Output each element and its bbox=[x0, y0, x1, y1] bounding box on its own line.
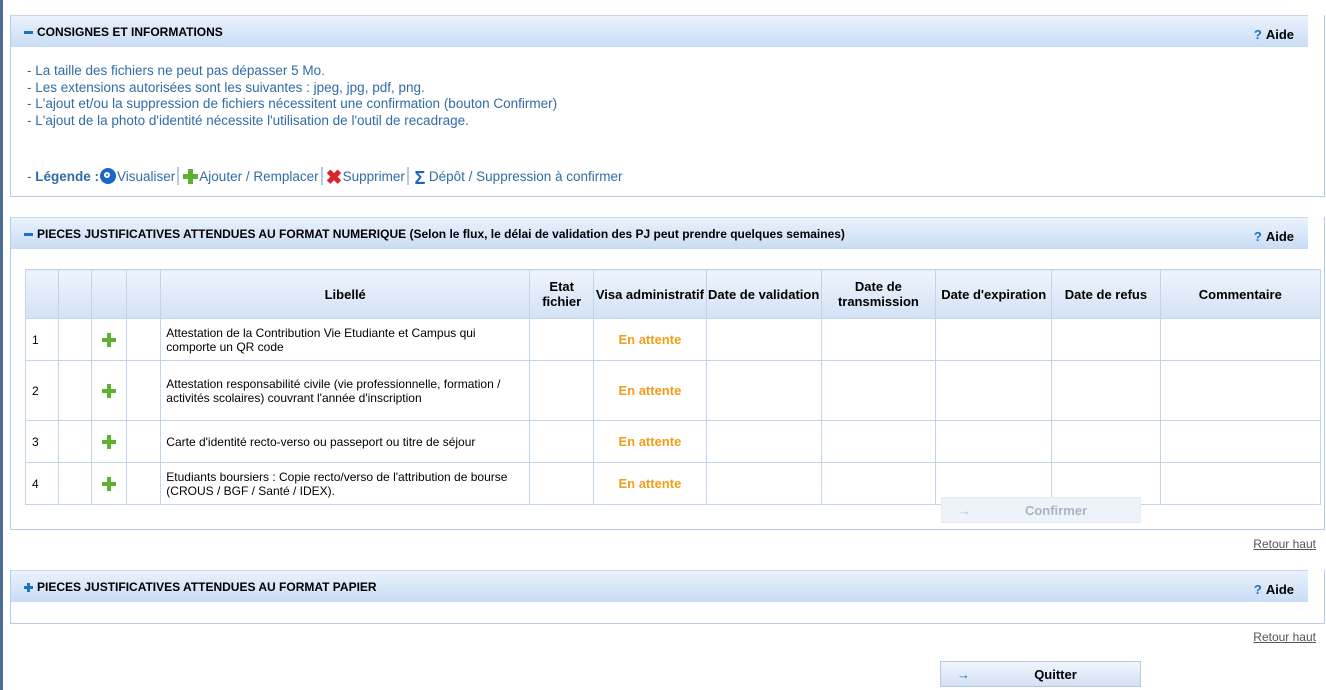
add-icon[interactable] bbox=[102, 332, 117, 347]
quit-label: Quitter bbox=[1034, 667, 1077, 682]
document-label: Attestation de la Contribution Vie Etudi… bbox=[160, 318, 531, 361]
papier-panel: PIECES JUSTIFICATIVES ATTENDUES AU FORMA… bbox=[10, 570, 1325, 624]
add-cell[interactable] bbox=[91, 318, 128, 361]
visa-status: En attente bbox=[593, 360, 707, 421]
document-label: Attestation responsabilité civile (vie p… bbox=[160, 360, 531, 421]
col-commentaire: Commentaire bbox=[1159, 269, 1322, 319]
visa-status: En attente bbox=[593, 462, 707, 505]
collapse-icon[interactable] bbox=[22, 25, 34, 37]
add-icon[interactable] bbox=[102, 476, 117, 491]
legend-pending: Dépôt / Suppression à confirmer bbox=[428, 169, 623, 184]
help-link[interactable]: ? Aide bbox=[1254, 582, 1294, 597]
document-label: Carte d'identité recto-verso ou passepor… bbox=[160, 420, 531, 463]
add-icon[interactable] bbox=[102, 383, 117, 398]
confirm-button[interactable]: → Confirmer bbox=[941, 497, 1141, 523]
visa-status: En attente bbox=[593, 420, 707, 463]
row-number: 2 bbox=[24, 360, 60, 421]
numerique-header[interactable]: PIECES JUSTIFICATIVES ATTENDUES AU FORMA… bbox=[11, 217, 1308, 249]
add-icon bbox=[182, 168, 199, 184]
legend-add: Ajouter / Remplacer bbox=[199, 169, 319, 184]
instruction-line: - Les extensions autorisées sont les sui… bbox=[27, 79, 425, 95]
table-row: 3 Carte d'identité recto-verso ou passep… bbox=[24, 420, 1322, 463]
row-number: 3 bbox=[24, 420, 60, 463]
instructions-list: - La taille des fichiers ne peut pas dép… bbox=[27, 63, 557, 129]
documents-table: Libellé Etat fichier Visa administratif … bbox=[24, 269, 1322, 505]
col-etat: Etat fichier bbox=[529, 269, 595, 319]
add-icon[interactable] bbox=[102, 434, 117, 449]
expand-icon[interactable] bbox=[22, 580, 34, 592]
papier-header[interactable]: PIECES JUSTIFICATIVES ATTENDUES AU FORMA… bbox=[11, 570, 1308, 602]
delete-icon: ✖ bbox=[325, 167, 343, 189]
legend-label: Légende : bbox=[35, 169, 100, 184]
legend-view: Visualiser bbox=[117, 169, 176, 184]
help-icon: ? bbox=[1253, 229, 1262, 244]
col-libelle: Libellé bbox=[160, 269, 531, 319]
row-number: 1 bbox=[24, 318, 60, 361]
col-refus: Date de refus bbox=[1051, 269, 1161, 319]
help-link[interactable]: ? Aide bbox=[1254, 229, 1294, 244]
quit-button[interactable]: → Quitter bbox=[940, 661, 1141, 687]
instruction-line: - L'ajout et/ou la suppression de fichie… bbox=[27, 96, 558, 111]
col-expiration: Date d'expiration bbox=[935, 269, 1053, 319]
table-row: 1 Attestation de la Contribution Vie Etu… bbox=[24, 318, 1322, 361]
col-transmission: Date de transmission bbox=[820, 269, 937, 319]
add-cell[interactable] bbox=[91, 360, 128, 421]
legend-delete: Supprimer bbox=[342, 169, 405, 184]
left-border bbox=[0, 0, 3, 690]
table-row: 2 Attestation responsabilité civile (vie… bbox=[24, 360, 1322, 421]
hourglass-icon: Σ bbox=[414, 168, 426, 188]
row-number: 4 bbox=[24, 462, 60, 505]
numerique-panel: PIECES JUSTIFICATIVES ATTENDUES AU FORMA… bbox=[10, 217, 1325, 530]
confirm-label: Confirmer bbox=[1024, 503, 1088, 518]
visa-status: En attente bbox=[593, 318, 707, 361]
consignes-title: CONSIGNES ET INFORMATIONS bbox=[37, 25, 223, 39]
view-icon bbox=[100, 168, 117, 184]
legend: - Légende : Visualiser Ajouter / Remplacer… bbox=[27, 167, 623, 189]
help-icon: ? bbox=[1253, 27, 1262, 42]
consignes-panel: CONSIGNES ET INFORMATIONS ? Aide - La tai… bbox=[10, 15, 1325, 197]
back-to-top-link[interactable]: Retour haut bbox=[1253, 630, 1316, 644]
papier-title: PIECES JUSTIFICATIVES ATTENDUES AU FORMA… bbox=[37, 580, 377, 594]
consignes-header[interactable]: CONSIGNES ET INFORMATIONS ? Aide bbox=[11, 15, 1308, 47]
back-to-top-link[interactable]: Retour haut bbox=[1253, 537, 1316, 551]
add-cell[interactable] bbox=[91, 462, 128, 505]
add-cell[interactable] bbox=[91, 420, 128, 463]
document-label: Etudiants boursiers : Copie recto/verso … bbox=[160, 462, 531, 505]
help-link[interactable]: ? Aide bbox=[1254, 27, 1294, 42]
help-icon: ? bbox=[1253, 582, 1262, 597]
collapse-icon[interactable] bbox=[22, 227, 34, 239]
instruction-line: - L'ajout de la photo d'identité nécessi… bbox=[27, 112, 469, 128]
table-header-row: Libellé Etat fichier Visa administratif … bbox=[24, 269, 1322, 319]
instruction-line: - La taille des fichiers ne peut pas dép… bbox=[27, 63, 325, 78]
col-validation: Date de validation bbox=[705, 269, 822, 319]
col-visa: Visa administratif bbox=[593, 269, 707, 319]
numerique-title: PIECES JUSTIFICATIVES ATTENDUES AU FORMA… bbox=[37, 227, 845, 241]
